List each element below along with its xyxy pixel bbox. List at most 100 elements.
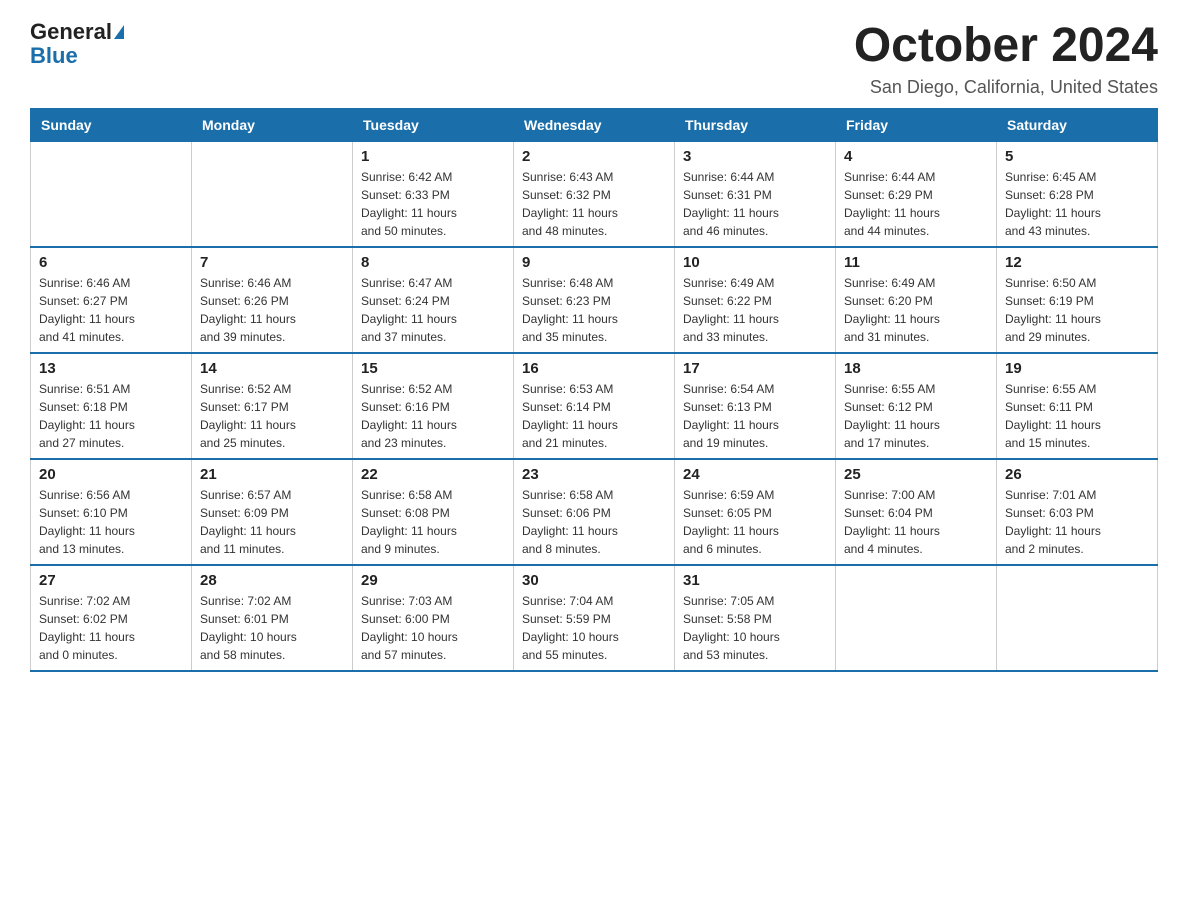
day-number: 9 (522, 254, 666, 271)
day-number: 15 (361, 360, 505, 377)
day-number: 20 (39, 466, 183, 483)
calendar-week-row: 6Sunrise: 6:46 AMSunset: 6:27 PMDaylight… (31, 247, 1158, 353)
day-number: 16 (522, 360, 666, 377)
day-number: 28 (200, 572, 344, 589)
day-info: Sunrise: 6:42 AMSunset: 6:33 PMDaylight:… (361, 168, 505, 240)
calendar-cell: 11 Sunrise: 6:49 AMSunset: 6:20 PMDayligh… (836, 247, 997, 353)
day-info: Sunrise: 6:47 AMSunset: 6:24 PMDaylight:… (361, 274, 505, 346)
day-number: 10 (683, 254, 827, 271)
day-info: Sunrise: 6:52 AMSunset: 6:17 PMDaylight:… (200, 380, 344, 452)
calendar-cell: 15 Sunrise: 6:52 AMSunset: 6:16 PMDayligh… (353, 353, 514, 459)
day-number: 27 (39, 572, 183, 589)
calendar-week-row: 1 Sunrise: 6:42 AMSunset: 6:33 PMDaylight… (31, 141, 1158, 247)
logo: General Blue (30, 20, 124, 68)
day-info: Sunrise: 6:58 AMSunset: 6:08 PMDaylight:… (361, 486, 505, 558)
calendar-week-row: 20 Sunrise: 6:56 AMSunset: 6:10 PMDayligh… (31, 459, 1158, 565)
day-info: Sunrise: 7:01 AMSunset: 6:03 PMDaylight:… (1005, 486, 1149, 558)
day-info: Sunrise: 6:54 AMSunset: 6:13 PMDaylight:… (683, 380, 827, 452)
calendar-cell: 27 Sunrise: 7:02 AMSunset: 6:02 PMDayligh… (31, 565, 192, 671)
logo-triangle-icon (114, 25, 124, 39)
day-info: Sunrise: 6:50 AMSunset: 6:19 PMDaylight:… (1005, 274, 1149, 346)
calendar-cell: 4 Sunrise: 6:44 AMSunset: 6:29 PMDaylight… (836, 141, 997, 247)
day-number: 7 (200, 254, 344, 271)
calendar-header-row: SundayMondayTuesdayWednesdayThursdayFrid… (31, 108, 1158, 141)
day-number: 3 (683, 148, 827, 165)
calendar-cell: 28 Sunrise: 7:02 AMSunset: 6:01 PMDayligh… (192, 565, 353, 671)
weekday-header-monday: Monday (192, 108, 353, 141)
logo-general-text: General (30, 20, 112, 44)
day-number: 1 (361, 148, 505, 165)
day-info: Sunrise: 6:49 AMSunset: 6:22 PMDaylight:… (683, 274, 827, 346)
day-number: 21 (200, 466, 344, 483)
day-number: 12 (1005, 254, 1149, 271)
calendar-cell: 29 Sunrise: 7:03 AMSunset: 6:00 PMDayligh… (353, 565, 514, 671)
day-number: 11 (844, 254, 988, 271)
day-info: Sunrise: 7:02 AMSunset: 6:01 PMDaylight:… (200, 592, 344, 664)
calendar-cell: 24Sunrise: 6:59 AMSunset: 6:05 PMDayligh… (675, 459, 836, 565)
logo-blue-text: Blue (30, 44, 124, 68)
day-number: 14 (200, 360, 344, 377)
calendar-week-row: 13 Sunrise: 6:51 AMSunset: 6:18 PMDayligh… (31, 353, 1158, 459)
day-info: Sunrise: 6:49 AMSunset: 6:20 PMDaylight:… (844, 274, 988, 346)
calendar-cell (192, 141, 353, 247)
day-number: 2 (522, 148, 666, 165)
calendar-cell (997, 565, 1158, 671)
day-number: 13 (39, 360, 183, 377)
calendar-cell: 7 Sunrise: 6:46 AMSunset: 6:26 PMDaylight… (192, 247, 353, 353)
day-info: Sunrise: 6:46 AMSunset: 6:26 PMDaylight:… (200, 274, 344, 346)
calendar-cell: 16Sunrise: 6:53 AMSunset: 6:14 PMDayligh… (514, 353, 675, 459)
day-info: Sunrise: 6:52 AMSunset: 6:16 PMDaylight:… (361, 380, 505, 452)
day-number: 25 (844, 466, 988, 483)
calendar-cell: 5 Sunrise: 6:45 AMSunset: 6:28 PMDaylight… (997, 141, 1158, 247)
calendar-cell: 31 Sunrise: 7:05 AMSunset: 5:58 PMDayligh… (675, 565, 836, 671)
day-info: Sunrise: 6:56 AMSunset: 6:10 PMDaylight:… (39, 486, 183, 558)
day-info: Sunrise: 6:51 AMSunset: 6:18 PMDaylight:… (39, 380, 183, 452)
calendar-cell: 19 Sunrise: 6:55 AMSunset: 6:11 PMDayligh… (997, 353, 1158, 459)
day-number: 17 (683, 360, 827, 377)
calendar-cell: 2 Sunrise: 6:43 AMSunset: 6:32 PMDaylight… (514, 141, 675, 247)
day-number: 29 (361, 572, 505, 589)
day-info: Sunrise: 6:45 AMSunset: 6:28 PMDaylight:… (1005, 168, 1149, 240)
calendar-week-row: 27 Sunrise: 7:02 AMSunset: 6:02 PMDayligh… (31, 565, 1158, 671)
day-info: Sunrise: 7:02 AMSunset: 6:02 PMDaylight:… (39, 592, 183, 664)
calendar-cell: 21Sunrise: 6:57 AMSunset: 6:09 PMDayligh… (192, 459, 353, 565)
day-number: 5 (1005, 148, 1149, 165)
day-info: Sunrise: 6:43 AMSunset: 6:32 PMDaylight:… (522, 168, 666, 240)
calendar-cell: 25 Sunrise: 7:00 AMSunset: 6:04 PMDayligh… (836, 459, 997, 565)
calendar-cell: 17 Sunrise: 6:54 AMSunset: 6:13 PMDayligh… (675, 353, 836, 459)
day-number: 6 (39, 254, 183, 271)
day-number: 30 (522, 572, 666, 589)
day-number: 22 (361, 466, 505, 483)
day-info: Sunrise: 6:48 AMSunset: 6:23 PMDaylight:… (522, 274, 666, 346)
calendar-cell: 30Sunrise: 7:04 AMSunset: 5:59 PMDayligh… (514, 565, 675, 671)
day-info: Sunrise: 6:44 AMSunset: 6:29 PMDaylight:… (844, 168, 988, 240)
calendar-cell: 23 Sunrise: 6:58 AMSunset: 6:06 PMDayligh… (514, 459, 675, 565)
weekday-header-saturday: Saturday (997, 108, 1158, 141)
weekday-header-wednesday: Wednesday (514, 108, 675, 141)
calendar-cell (31, 141, 192, 247)
day-number: 4 (844, 148, 988, 165)
day-number: 23 (522, 466, 666, 483)
calendar-cell: 3 Sunrise: 6:44 AMSunset: 6:31 PMDaylight… (675, 141, 836, 247)
calendar-cell: 6Sunrise: 6:46 AMSunset: 6:27 PMDaylight… (31, 247, 192, 353)
page-title: October 2024 (854, 20, 1158, 73)
calendar-cell: 10 Sunrise: 6:49 AMSunset: 6:22 PMDayligh… (675, 247, 836, 353)
day-number: 19 (1005, 360, 1149, 377)
day-number: 26 (1005, 466, 1149, 483)
calendar-cell: 20 Sunrise: 6:56 AMSunset: 6:10 PMDayligh… (31, 459, 192, 565)
day-info: Sunrise: 6:44 AMSunset: 6:31 PMDaylight:… (683, 168, 827, 240)
day-info: Sunrise: 6:58 AMSunset: 6:06 PMDaylight:… (522, 486, 666, 558)
calendar-cell: 8Sunrise: 6:47 AMSunset: 6:24 PMDaylight… (353, 247, 514, 353)
day-info: Sunrise: 6:55 AMSunset: 6:11 PMDaylight:… (1005, 380, 1149, 452)
day-number: 18 (844, 360, 988, 377)
day-info: Sunrise: 6:55 AMSunset: 6:12 PMDaylight:… (844, 380, 988, 452)
day-info: Sunrise: 7:05 AMSunset: 5:58 PMDaylight:… (683, 592, 827, 664)
day-number: 31 (683, 572, 827, 589)
calendar-cell: 22 Sunrise: 6:58 AMSunset: 6:08 PMDayligh… (353, 459, 514, 565)
title-block: October 2024 San Diego, California, Unit… (854, 20, 1158, 98)
calendar-cell: 13 Sunrise: 6:51 AMSunset: 6:18 PMDayligh… (31, 353, 192, 459)
calendar-cell (836, 565, 997, 671)
calendar-cell: 14 Sunrise: 6:52 AMSunset: 6:17 PMDayligh… (192, 353, 353, 459)
day-info: Sunrise: 7:03 AMSunset: 6:00 PMDaylight:… (361, 592, 505, 664)
day-info: Sunrise: 7:00 AMSunset: 6:04 PMDaylight:… (844, 486, 988, 558)
